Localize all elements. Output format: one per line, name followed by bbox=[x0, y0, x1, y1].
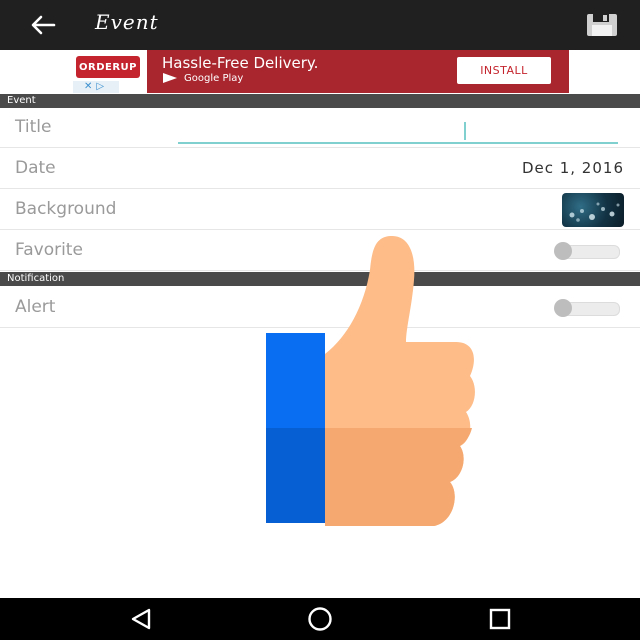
section-header-event: Event bbox=[0, 94, 640, 108]
ad-store-badge: Google Play bbox=[162, 72, 243, 84]
favorite-label: Favorite bbox=[15, 240, 83, 260]
play-store-icon bbox=[163, 73, 177, 83]
background-thumbnail[interactable] bbox=[562, 193, 624, 227]
alert-toggle[interactable] bbox=[554, 299, 622, 317]
ad-headline: Hassle-Free Delivery. bbox=[162, 54, 319, 72]
back-triangle-icon bbox=[131, 608, 151, 630]
nav-back-button[interactable] bbox=[121, 604, 161, 634]
favorite-toggle[interactable] bbox=[554, 242, 622, 260]
date-label: Date bbox=[15, 158, 56, 178]
alert-label: Alert bbox=[15, 297, 56, 317]
ad-logo: ORDERUP bbox=[76, 56, 140, 78]
ad-store-label: Google Play bbox=[184, 72, 244, 84]
ad-banner[interactable]: ORDERUP ✕▷ Hassle-Free Delivery. Google … bbox=[71, 50, 569, 93]
toggle-knob bbox=[554, 299, 572, 317]
recents-square-icon bbox=[489, 608, 511, 630]
ad-install-button[interactable]: INSTALL bbox=[457, 57, 551, 84]
nav-home-button[interactable] bbox=[300, 604, 340, 634]
system-nav-bar bbox=[0, 598, 640, 640]
page-title: Event bbox=[95, 10, 159, 34]
row-title[interactable]: Title bbox=[0, 108, 640, 148]
date-value[interactable]: Dec 1, 2016 bbox=[522, 159, 624, 177]
title-label: Title bbox=[15, 117, 52, 137]
save-button[interactable] bbox=[582, 8, 622, 42]
toggle-knob bbox=[554, 242, 572, 260]
arrow-left-icon bbox=[31, 15, 56, 35]
bokeh-image bbox=[569, 202, 620, 222]
background-label: Background bbox=[15, 199, 117, 219]
title-input[interactable] bbox=[178, 118, 618, 144]
back-button[interactable] bbox=[26, 8, 60, 42]
thumbs-up-icon bbox=[266, 236, 475, 526]
row-date[interactable]: Date Dec 1, 2016 bbox=[0, 149, 640, 189]
home-circle-icon bbox=[308, 607, 332, 631]
row-background[interactable]: Background bbox=[0, 190, 640, 230]
text-cursor bbox=[464, 122, 466, 140]
ad-choices-icon[interactable]: ✕▷ bbox=[73, 81, 119, 93]
floppy-disk-icon bbox=[587, 14, 617, 36]
ad-logo-area: ORDERUP ✕▷ bbox=[71, 50, 147, 93]
app-bar: Event bbox=[0, 0, 640, 50]
nav-recents-button[interactable] bbox=[480, 604, 520, 634]
